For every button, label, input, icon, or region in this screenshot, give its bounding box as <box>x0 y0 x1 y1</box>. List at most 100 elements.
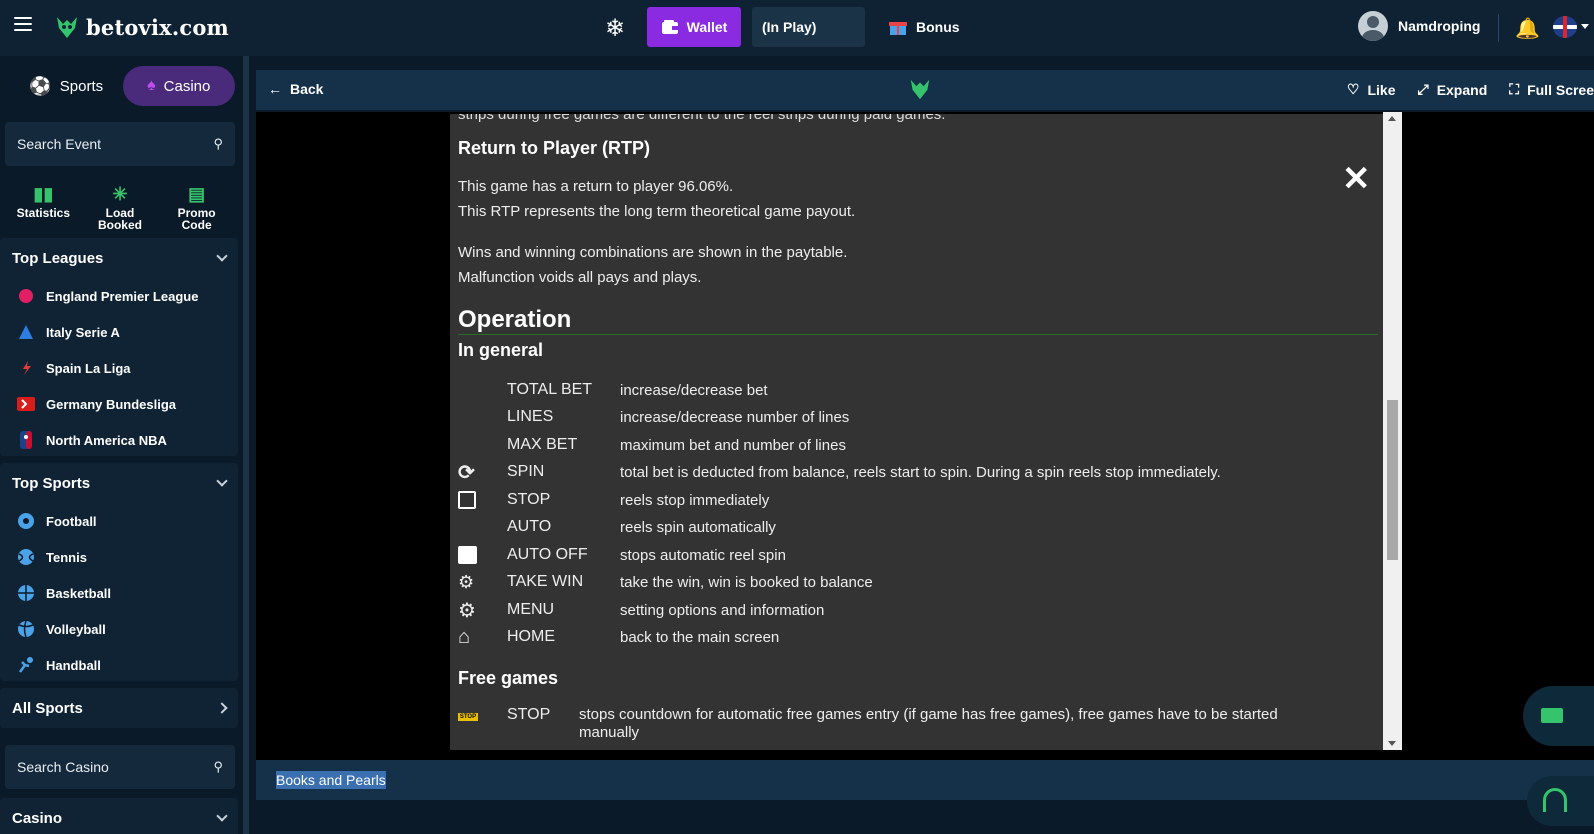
coupon-icon: ▤ <box>188 184 206 204</box>
control-desc: total bet is deducted from balance, reel… <box>620 463 1221 481</box>
sidebar-item-la-liga[interactable]: Spain La Liga <box>0 350 238 386</box>
control-desc: stops countdown for automatic free games… <box>579 706 1278 741</box>
search-casino-input[interactable]: Search Casino ⚲ <box>5 745 235 789</box>
close-icon[interactable]: ✕ <box>1342 162 1371 196</box>
sport-label: Basketball <box>46 585 112 601</box>
tab-casino[interactable]: ♠ Casino <box>122 66 235 106</box>
sidebar-item-volleyball[interactable]: Volleyball <box>0 611 238 647</box>
control-desc: increase/decrease number of lines <box>620 408 850 426</box>
statistics-button[interactable]: ▮▮ Statistics <box>8 181 78 241</box>
bonus-button[interactable]: Bonus <box>888 14 960 40</box>
scroll-thumb[interactable] <box>1387 400 1398 560</box>
support-button[interactable] <box>1527 776 1594 826</box>
scroll-down-icon[interactable] <box>1388 741 1396 746</box>
sidebar-scrollbar[interactable] <box>243 56 249 834</box>
headset-icon <box>1543 788 1567 812</box>
search-event-placeholder: Search Event <box>17 136 102 152</box>
avatar <box>1358 11 1388 41</box>
gift-icon <box>889 22 907 35</box>
game-frame: strips during free games are different t… <box>256 112 1594 760</box>
search-icon: ⚲ <box>213 136 223 151</box>
top-sports-header[interactable]: Top Sports <box>0 463 238 503</box>
control-desc: setting options and information <box>620 601 825 619</box>
cut-text: strips during free games are different t… <box>458 114 946 123</box>
casino-panel[interactable]: Casino <box>0 798 238 834</box>
control-key: STOP <box>507 491 551 508</box>
control-row: AUTO reels spin automatically <box>458 514 776 540</box>
fullscreen-button[interactable]: ⛶ Full Scree <box>1509 81 1594 98</box>
all-sports-row[interactable]: All Sports <box>0 688 238 728</box>
in-general-heading: In general <box>458 340 544 360</box>
brand-logo[interactable]: betovix.com <box>54 12 229 42</box>
promo-code-button[interactable]: ▤ Promo Code <box>162 181 232 241</box>
promo-code-label: Promo Code <box>177 206 216 232</box>
game-title: Books and Pearls <box>276 771 386 789</box>
control-desc: stops automatic reel spin <box>620 546 786 564</box>
snowflake-icon[interactable]: ❄ <box>605 14 625 43</box>
bell-icon[interactable]: 🔔 <box>1515 16 1540 41</box>
back-button[interactable]: ← Back <box>268 81 323 97</box>
sidebar-item-serie-a[interactable]: Italy Serie A <box>0 314 238 350</box>
operation-heading: Operation <box>458 306 572 333</box>
all-sports-label: All Sports <box>12 699 83 717</box>
search-event-input[interactable]: Search Event ⚲ <box>5 122 235 166</box>
sidebar-item-tennis[interactable]: Tennis <box>0 539 238 575</box>
sport-label: Football <box>46 513 97 529</box>
sidebar-item-handball[interactable]: Handball <box>0 647 238 683</box>
viking-logo-icon <box>908 77 932 107</box>
top-sports-title: Top Sports <box>12 474 91 492</box>
control-key: SPIN <box>507 463 545 480</box>
ticket-icon <box>1541 708 1563 723</box>
control-row: STOP STOP stops countdown for automatic … <box>458 706 1319 742</box>
user-menu[interactable]: Namdroping <box>1358 11 1480 41</box>
take-win-icon: ⚙ <box>458 571 475 592</box>
top-leagues-header[interactable]: Top Leagues <box>0 238 238 278</box>
menu-icon[interactable] <box>14 17 32 31</box>
control-desc: take the win, win is booked to balance <box>620 573 873 591</box>
auto-off-icon <box>458 546 477 564</box>
control-key: AUTO <box>507 518 552 535</box>
nba-icon <box>16 430 36 450</box>
control-desc: increase/decrease bet <box>620 381 768 399</box>
scroll-up-icon[interactable] <box>1388 116 1396 121</box>
expand-label: Expand <box>1436 81 1488 98</box>
control-key: STOP <box>507 706 551 723</box>
in-play-button[interactable]: (In Play) <box>752 7 865 47</box>
uk-flag-icon[interactable] <box>1553 16 1577 38</box>
rules-scrollbar[interactable] <box>1383 112 1402 750</box>
sidebar-tabs: ⚽ Sports ♠ Casino <box>10 66 235 106</box>
chevron-down-icon <box>216 250 228 262</box>
sidebar-item-nba[interactable]: North America NBA <box>0 422 238 458</box>
tab-sports[interactable]: ⚽ Sports <box>10 66 123 106</box>
control-row: MAX BET maximum bet and number of lines <box>458 432 846 458</box>
search-icon: ⚲ <box>213 759 223 774</box>
tennis-ball-icon <box>16 547 36 567</box>
soccer-ball-icon: ⚽ <box>29 75 52 96</box>
bundesliga-icon <box>16 394 36 414</box>
expand-button[interactable]: ⤢ Expand <box>1417 81 1487 98</box>
sport-label: Handball <box>46 657 101 673</box>
wallet-label: Wallet <box>686 19 728 35</box>
league-label: England Premier League <box>46 288 199 304</box>
control-row: ⌂ HOME back to the main screen <box>458 624 779 650</box>
sidebar-item-basketball[interactable]: Basketball <box>0 575 238 611</box>
control-row: ⚙ MENU setting options and information <box>458 597 824 623</box>
load-booked-label: Load Booked <box>97 206 142 232</box>
serie-a-icon <box>16 322 36 342</box>
expand-icon: ⤢ <box>1417 81 1429 97</box>
la-liga-icon <box>16 358 36 378</box>
sidebar-item-premier-league[interactable]: England Premier League <box>0 278 238 314</box>
wallet-button[interactable]: Wallet <box>647 7 741 47</box>
ticket-button[interactable] <box>1523 686 1594 746</box>
quick-links: ▮▮ Statistics ✳ Load Booked ▤ Promo Code <box>5 181 235 241</box>
sidebar-item-football[interactable]: Football <box>0 503 238 539</box>
tab-casino-label: Casino <box>163 77 211 95</box>
load-booked-button[interactable]: ✳ Load Booked <box>85 181 155 241</box>
chevron-down-icon[interactable] <box>1581 24 1589 29</box>
username: Namdroping <box>1398 18 1481 34</box>
league-label: Germany Bundesliga <box>46 396 177 412</box>
tab-sports-label: Sports <box>59 77 104 95</box>
divider <box>458 334 1378 335</box>
like-button[interactable]: ♡ Like <box>1347 81 1396 98</box>
sidebar-item-bundesliga[interactable]: Germany Bundesliga <box>0 386 238 422</box>
